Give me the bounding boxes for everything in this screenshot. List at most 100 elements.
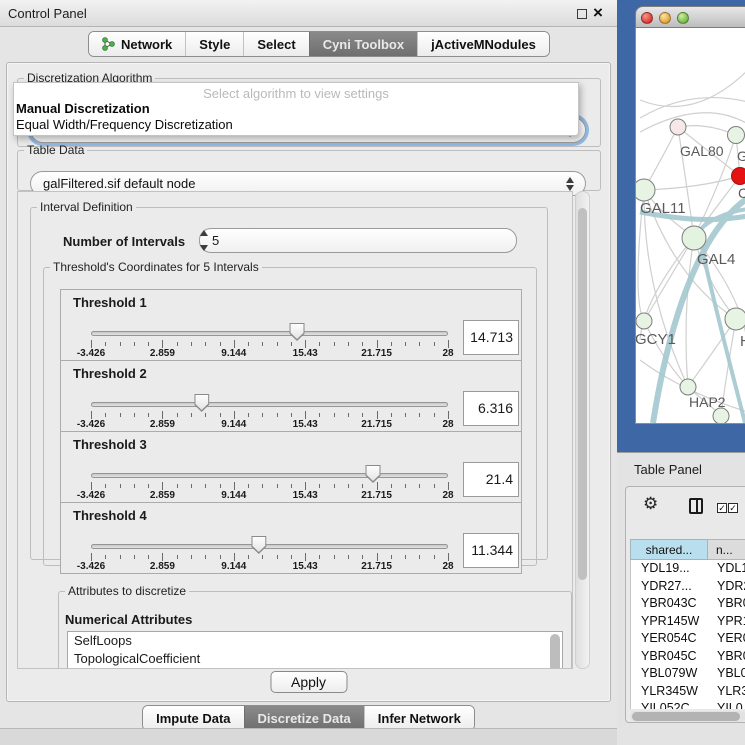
threshold-1-value-field[interactable]: 14.713 — [463, 320, 519, 355]
table-panel: Table Panel ⚙ ✓ ✓ shared... n... YDL19..… — [617, 452, 745, 745]
traffic-light-minimize-icon[interactable] — [659, 12, 671, 24]
table-data-group: Table Data galFiltered.sif default node — [17, 143, 601, 191]
control-panel: Control Panel × Network Style Select — [0, 0, 617, 745]
checkbox-icon[interactable]: ✓ — [717, 503, 727, 513]
split-columns-icon[interactable] — [689, 498, 703, 514]
slider-tick-labels: -3.4262.8599.14415.4321.71528 — [91, 348, 448, 360]
node-label-partial-c: C — [738, 185, 745, 201]
node-gal4[interactable] — [682, 226, 706, 250]
table-row[interactable]: YDL19...YDL1 — [631, 560, 745, 578]
numerical-attributes-list[interactable]: SelfLoops TopologicalCoefficient Between… — [67, 631, 563, 669]
algorithm-dropdown-popup: Select algorithm to view settings Manual… — [13, 82, 579, 136]
tab-discretize-data[interactable]: Discretize Data — [244, 706, 364, 730]
threshold-4-label: Threshold 4 — [73, 508, 147, 523]
list-item[interactable]: BetweennessCentrality — [68, 667, 562, 669]
option-equal-width-frequency[interactable]: Equal Width/Frequency Discretization — [14, 117, 578, 133]
numerical-attributes-label: Numerical Attributes — [65, 612, 192, 627]
node-gcy1[interactable] — [636, 313, 652, 329]
attributes-group: Attributes to discretize Numerical Attri… — [58, 584, 572, 669]
node-hap2[interactable] — [680, 379, 696, 395]
threshold-3-row: Threshold 3 -3.4262.8599.14415.4321.7152… — [60, 431, 522, 503]
threshold-4-row: Threshold 4 -3.4262.8599.14415.4321.7152… — [60, 502, 522, 574]
top-tabbar: Network Style Select Cyni Toolbox jActiv… — [0, 29, 617, 59]
table-row[interactable]: YBR043CYBR0 — [631, 595, 745, 613]
tab-select[interactable]: Select — [243, 32, 308, 56]
node-bottom[interactable] — [713, 408, 729, 424]
slider-handle[interactable] — [194, 394, 209, 412]
table-row[interactable]: YLR345WYLR3 — [631, 683, 745, 701]
checkbox-icon[interactable]: ✓ — [728, 503, 738, 513]
panel-vertical-scrollbar[interactable] — [575, 191, 590, 669]
interval-definition-label: Interval Definition — [37, 200, 136, 214]
slider-handle[interactable] — [251, 536, 266, 554]
node-green-top[interactable] — [728, 127, 745, 144]
threshold-1-label: Threshold 1 — [73, 295, 147, 310]
slider-track[interactable] — [91, 331, 448, 336]
tab-jactivemnodules[interactable]: jActiveMNodules — [417, 32, 549, 56]
tab-style[interactable]: Style — [185, 32, 243, 56]
slider-tick-labels: -3.4262.8599.14415.4321.71528 — [91, 561, 448, 573]
table-row[interactable]: YDR27...YDR2 — [631, 578, 745, 596]
interval-definition-group: Interval Definition Number of Intervals … — [30, 200, 548, 560]
list-scrollbar[interactable] — [550, 634, 560, 669]
traffic-light-zoom-icon[interactable] — [677, 12, 689, 24]
table-data-label: Table Data — [24, 143, 87, 157]
threshold-2-row: Threshold 2 -3.4262.8599.14415.4321.7152… — [60, 360, 522, 432]
tab-cyni-toolbox[interactable]: Cyni Toolbox — [309, 32, 417, 56]
threshold-2-value-field[interactable]: 6.316 — [463, 391, 519, 426]
table-row[interactable]: YPR145WYPR1 — [631, 613, 745, 631]
tab-network-label: Network — [121, 37, 172, 52]
gear-icon[interactable]: ⚙ — [643, 494, 658, 514]
slider-handle[interactable] — [366, 465, 381, 483]
threshold-4-value-field[interactable]: 11.344 — [463, 533, 519, 568]
threshold-2-slider: -3.4262.8599.14415.4321.71528 — [91, 391, 448, 431]
threshold-rows: Threshold 1 -3.4262.8599.14415.4321.7152… — [60, 290, 522, 574]
node-red-selected[interactable] — [732, 168, 745, 185]
table-row[interactable]: YBR045CYBR0 — [631, 648, 745, 666]
column-header-name[interactable]: n... — [708, 539, 745, 560]
float-window-icon[interactable] — [577, 9, 587, 19]
thresholds-group-label: Threshold's Coordinates for 5 Intervals — [50, 260, 262, 274]
threshold-1-row: Threshold 1 -3.4262.8599.14415.4321.7152… — [60, 289, 522, 361]
column-header-shared-name[interactable]: shared... — [630, 539, 708, 560]
node-pink[interactable] — [670, 119, 686, 135]
slider-track[interactable] — [91, 544, 448, 549]
algorithm-hint: Select algorithm to view settings — [14, 83, 578, 101]
number-of-intervals-spinner[interactable]: 5 — [199, 228, 517, 253]
slider-tick-labels: -3.4262.8599.14415.4321.71528 — [91, 419, 448, 431]
control-panel-titlebar: Control Panel × — [0, 0, 617, 27]
slider-handle[interactable] — [290, 323, 305, 341]
node-gal11[interactable] — [636, 179, 655, 201]
settings-scroll-viewport: Interval Definition Number of Intervals … — [17, 191, 573, 669]
close-icon[interactable]: × — [593, 2, 603, 24]
traffic-light-close-icon[interactable] — [641, 12, 653, 24]
slider-track[interactable] — [91, 473, 448, 478]
tab-network[interactable]: Network — [89, 32, 185, 56]
node-label-gal4: GAL4 — [697, 251, 735, 268]
network-view-window: GAL80 GA C GAL11 GAL4 GCY1 H HAP2 — [635, 6, 745, 447]
tab-impute-data[interactable]: Impute Data — [143, 706, 243, 730]
scrollbar-thumb[interactable] — [578, 208, 587, 580]
threshold-3-value-field[interactable]: 21.4 — [463, 462, 519, 497]
right-panel: GAL80 GA C GAL11 GAL4 GCY1 H HAP2 Table … — [617, 0, 745, 745]
list-item[interactable]: TopologicalCoefficient — [68, 650, 562, 668]
network-canvas[interactable]: GAL80 GA C GAL11 GAL4 GCY1 H HAP2 — [635, 28, 745, 424]
list-item[interactable]: SelfLoops — [68, 632, 562, 650]
table-row[interactable]: YBL079WYBL0 — [631, 665, 745, 683]
node-label-hap2: HAP2 — [689, 394, 726, 410]
table-row[interactable]: YER054CYER0 — [631, 630, 745, 648]
scrollbar-thumb[interactable] — [632, 712, 740, 721]
panel-bottom-strip — [0, 728, 617, 745]
apply-button[interactable]: Apply — [270, 671, 347, 693]
table-panel-title: Table Panel — [634, 462, 702, 477]
slider-track[interactable] — [91, 402, 448, 407]
network-window-titlebar[interactable] — [635, 6, 745, 28]
table-row[interactable]: YIL052CYIL0 — [631, 700, 745, 709]
threshold-4-slider: -3.4262.8599.14415.4321.71528 — [91, 533, 448, 573]
node-h[interactable] — [725, 308, 745, 330]
table-horizontal-scrollbar[interactable] — [630, 711, 745, 722]
bottom-tabbar: Impute Data Discretize Data Infer Networ… — [0, 703, 617, 729]
tab-infer-network[interactable]: Infer Network — [364, 706, 474, 730]
threshold-3-slider: -3.4262.8599.14415.4321.71528 — [91, 462, 448, 502]
option-manual-discretization[interactable]: Manual Discretization — [14, 101, 578, 117]
